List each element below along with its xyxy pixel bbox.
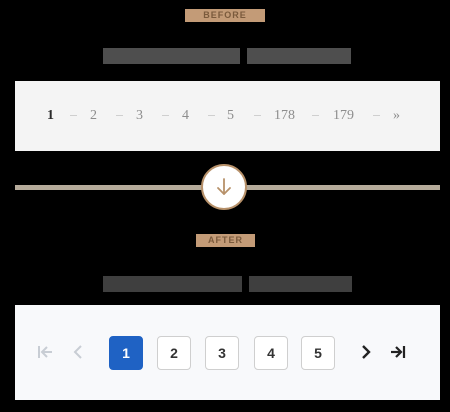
- after-label: AFTER: [196, 234, 255, 247]
- separator: [312, 115, 319, 116]
- page-link-4[interactable]: 4: [182, 81, 189, 151]
- page-button-1[interactable]: 1: [109, 336, 143, 370]
- redacted-text: [249, 276, 352, 292]
- separator: [208, 115, 215, 116]
- chevron-right-icon[interactable]: [357, 343, 375, 361]
- redacted-text: [103, 48, 240, 64]
- before-label: BEFORE: [185, 9, 265, 22]
- arrow-down-icon: [201, 164, 247, 210]
- page-link-1[interactable]: 1: [47, 81, 54, 151]
- before-pagination: 1 2 3 4 5 178 179 »: [15, 81, 440, 151]
- separator: [162, 115, 169, 116]
- after-pagination: 1 2 3 4 5: [15, 305, 440, 400]
- last-page-icon[interactable]: [389, 343, 407, 361]
- page-link-3[interactable]: 3: [136, 81, 143, 151]
- page-button-3[interactable]: 3: [205, 336, 239, 370]
- next-link[interactable]: »: [393, 81, 400, 151]
- separator: [70, 115, 77, 116]
- separator: [116, 115, 123, 116]
- page-button-2[interactable]: 2: [157, 336, 191, 370]
- redacted-text: [103, 276, 242, 292]
- redacted-text: [247, 48, 351, 64]
- page-link-5[interactable]: 5: [227, 81, 234, 151]
- separator: [254, 115, 261, 116]
- page-button-4[interactable]: 4: [254, 336, 288, 370]
- page-button-5[interactable]: 5: [301, 336, 335, 370]
- page-link-2[interactable]: 2: [90, 81, 97, 151]
- page-link-178[interactable]: 178: [274, 81, 295, 151]
- first-page-icon: [36, 343, 54, 361]
- chevron-left-icon: [69, 343, 87, 361]
- page-link-179[interactable]: 179: [333, 81, 354, 151]
- separator: [373, 115, 380, 116]
